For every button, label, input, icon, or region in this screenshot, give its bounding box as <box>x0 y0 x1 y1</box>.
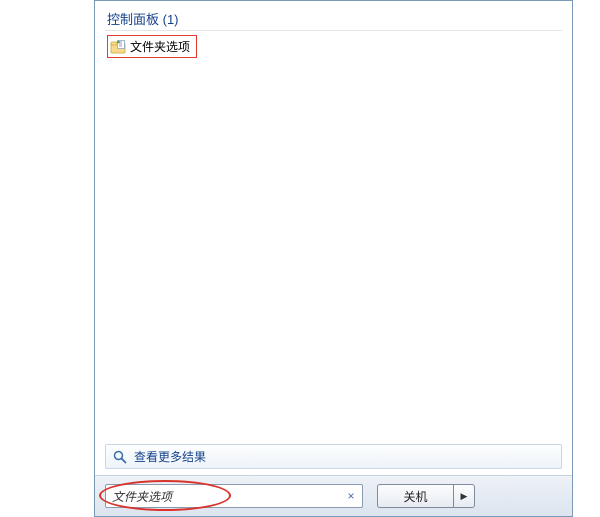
result-item-label: 文件夹选项 <box>130 38 190 55</box>
start-menu-search-panel: 控制面板 (1) 文件夹选项 查看更多结果 <box>94 0 573 517</box>
see-more-results-label: 查看更多结果 <box>134 448 206 465</box>
search-field-wrap: × <box>105 484 363 508</box>
bottom-bar: × 关机 ▶ <box>95 475 572 516</box>
clear-search-button[interactable]: × <box>343 488 359 504</box>
result-item-folder-options[interactable]: 文件夹选项 <box>107 35 197 58</box>
triangle-right-icon: ▶ <box>461 491 468 502</box>
shutdown-split-button: 关机 ▶ <box>377 484 475 508</box>
search-results-area: 控制面板 (1) 文件夹选项 <box>95 1 572 444</box>
search-input[interactable] <box>105 484 363 508</box>
shutdown-options-arrow[interactable]: ▶ <box>453 484 475 508</box>
see-more-results[interactable]: 查看更多结果 <box>105 444 562 469</box>
search-icon <box>112 449 128 465</box>
shutdown-button[interactable]: 关机 <box>377 484 453 508</box>
folder-options-icon <box>110 39 126 55</box>
category-control-panel: 控制面板 (1) <box>105 7 562 31</box>
more-results-container: 查看更多结果 <box>95 444 572 475</box>
